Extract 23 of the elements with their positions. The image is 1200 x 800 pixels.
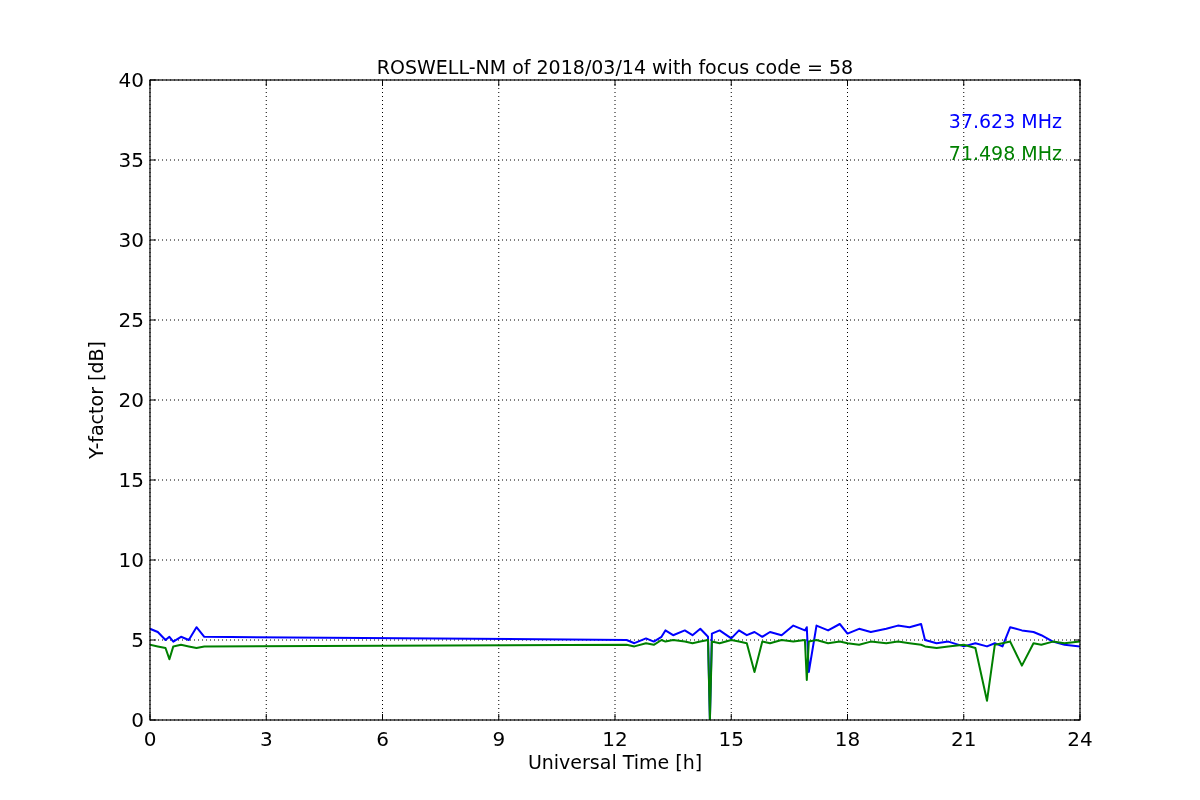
x-tick-label: 6 xyxy=(376,727,389,751)
x-tick-label: 0 xyxy=(143,727,157,751)
x-tick-label: 24 xyxy=(1067,727,1093,751)
x-axis-label: Universal Time [h] xyxy=(527,751,703,773)
y-tick-label: 30 xyxy=(118,228,144,252)
y-tick-label: 10 xyxy=(118,548,144,572)
y-tick-label: 40 xyxy=(118,68,144,92)
y-tick-label: 5 xyxy=(131,628,144,652)
x-tick-label: 18 xyxy=(834,727,861,751)
x-tick-label: 12 xyxy=(602,727,628,751)
chart-title: ROSWELL-NM of 2018/03/14 with focus code = 58 xyxy=(376,56,854,78)
y-tick-label: 15 xyxy=(118,468,144,492)
legend-label: 37.623 MHz xyxy=(948,110,1062,132)
legend-label: 71.498 MHz xyxy=(948,142,1062,164)
x-tick-label: 15 xyxy=(718,727,744,751)
y-tick-label: 0 xyxy=(131,708,144,732)
y-tick-label: 20 xyxy=(118,388,144,412)
y-tick-label: 25 xyxy=(118,308,144,332)
x-tick-label: 9 xyxy=(492,727,506,751)
y-tick-label: 35 xyxy=(118,148,144,172)
x-tick-label: 3 xyxy=(259,727,273,751)
y-axis-label: Y-factor [dB] xyxy=(85,341,107,459)
x-tick-label: 21 xyxy=(951,727,977,751)
